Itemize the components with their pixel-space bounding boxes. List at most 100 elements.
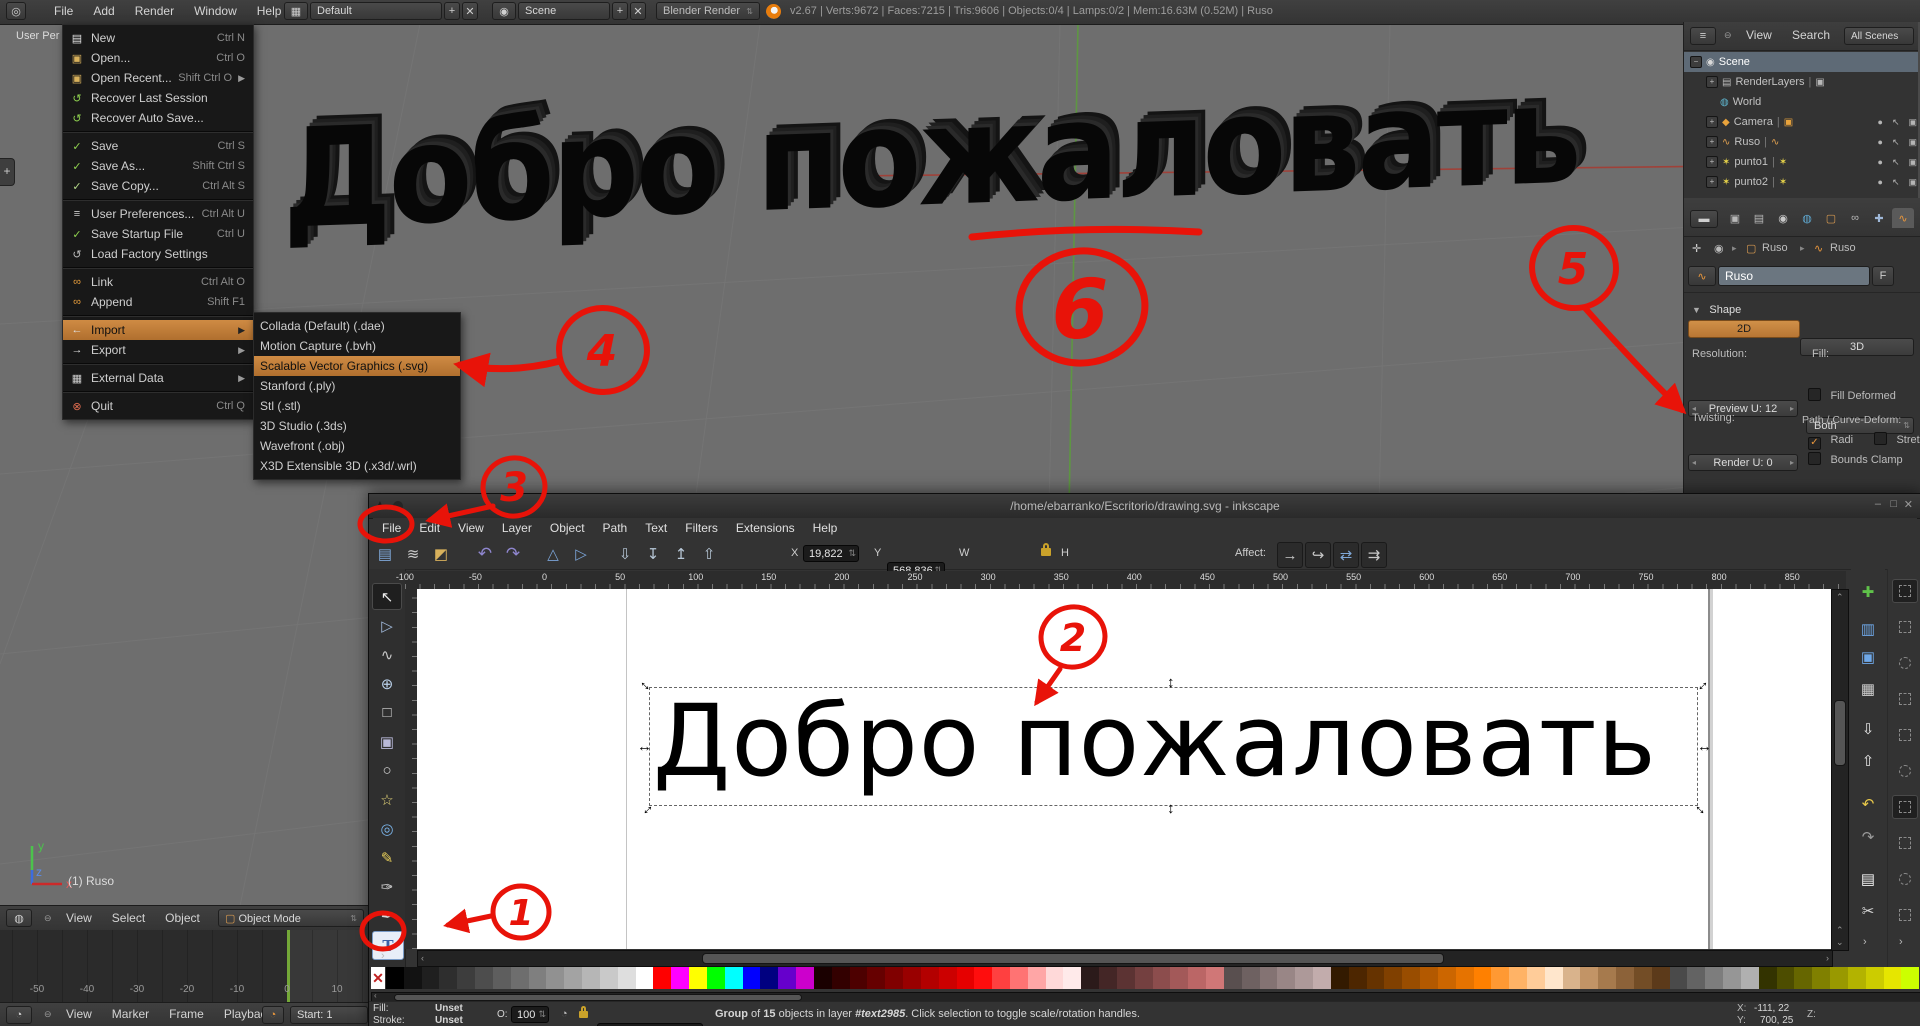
affect-corners-icon[interactable]: ↪ [1305,542,1331,568]
flip-horizontal-icon[interactable]: △ [541,542,565,566]
affect-move-icon[interactable]: → [1277,542,1303,568]
zoom-tool-icon[interactable]: ⊕ [372,670,402,697]
file-menu-item[interactable]: ✓ Save Ctrl S [63,136,253,156]
palette-swatch[interactable] [386,967,404,989]
palette-swatch[interactable] [1812,967,1831,989]
outliner-row[interactable]: − ◉ Scene [1684,52,1920,72]
import-menu-item[interactable]: Stl (.stl) [254,396,460,416]
palette-swatch[interactable] [1081,967,1100,989]
palette-swatch[interactable] [1669,967,1688,989]
palette-swatch[interactable] [564,967,583,989]
inkscape-menu-item[interactable]: Extensions [727,518,804,538]
palette-swatch[interactable] [778,967,797,989]
palette-swatch[interactable] [510,967,529,989]
save-document-icon[interactable]: ▣ [1854,644,1882,670]
editor-type-icon[interactable]: ◔ [6,1006,32,1024]
vertical-scrollbar[interactable]: ⌃ ⌃ ⌄ [1831,589,1849,951]
file-menu-item[interactable]: ⊗ Quit Ctrl Q [63,396,253,416]
file-menu-item[interactable]: → Export ▶ [63,340,253,360]
file-menu-item[interactable]: ▤ New Ctrl N [63,28,253,48]
blender-menu-item[interactable]: File [44,0,83,22]
rectangle-tool-icon[interactable]: □ [372,699,402,726]
import-menu-item[interactable]: 3D Studio (.3ds) [254,416,460,436]
scroll-right-icon[interactable]: › [1826,953,1829,963]
import-menu-item[interactable]: Motion Capture (.bvh) [254,336,460,356]
palette-swatch[interactable] [1633,967,1652,989]
palette-swatch[interactable] [599,967,618,989]
palette-swatch[interactable] [671,967,690,989]
palette-swatch[interactable] [920,967,939,989]
horizontal-ruler[interactable]: -100 -50 0 50 100 150 200 250 300 350 400 450 500 550… [396,571,1846,590]
shape-panel-title[interactable]: Shape [1709,304,1741,316]
lower-to-bottom-icon[interactable]: ⇩ [613,542,637,566]
opacity-field[interactable]: 100 ⇅ [511,1006,549,1023]
palette-swatch[interactable] [1455,967,1474,989]
file-menu-item[interactable]: ↺ Recover Auto Save... [63,108,253,128]
pen-tool-icon[interactable]: ✑ [372,873,402,900]
palette-swatch[interactable] [492,967,511,989]
close-icon[interactable]: ✕ [1904,498,1913,511]
palette-swatch[interactable] [1437,967,1456,989]
palette-swatch[interactable] [1527,967,1545,989]
selection-handle-s[interactable]: ↕ [1167,801,1175,816]
palette-swatch[interactable] [689,967,707,989]
palette-swatch[interactable] [849,967,868,989]
palette-swatch[interactable] [813,967,832,989]
maximize-icon[interactable]: □ [1890,498,1897,510]
palette-swatch[interactable] [1901,967,1920,989]
palette-swatch[interactable] [760,967,779,989]
horizontal-scroll-thumb[interactable] [702,953,1444,964]
palette-swatch[interactable] [1384,967,1403,989]
layer-visibility-icon[interactable]: ◔ [561,1008,568,1020]
palette-swatch[interactable] [1116,967,1135,989]
renderability-icon[interactable]: ▣ [1908,177,1917,188]
affect-gradient-icon[interactable]: ⇄ [1333,542,1359,568]
import-menu-item[interactable]: Scalable Vector Graphics (.svg) [254,356,460,376]
expand-icon[interactable]: + [1706,176,1718,188]
copy-icon[interactable]: ▤ [1854,866,1882,892]
palette-swatch[interactable] [742,967,761,989]
box3d-tool-icon[interactable]: ▣ [372,728,402,755]
blender-menu-item[interactable]: Window [184,0,247,22]
palette-swatch[interactable] [796,967,814,989]
snap-option-icon[interactable] [1892,651,1918,675]
palette-swatch[interactable] [475,967,493,989]
timeline-menu-item[interactable]: Marker [102,1003,159,1025]
toolbox-overflow-icon[interactable]: › [381,950,385,962]
palette-swatch[interactable] [617,967,636,989]
palette-swatch[interactable] [1509,967,1527,989]
file-menu-item[interactable]: ✓ Save Copy... Ctrl Alt S [63,176,253,196]
view3d-menu-item[interactable]: Object [155,907,210,929]
palette-scroll-left-icon[interactable]: ‹ [374,991,377,1000]
stepper-left-icon[interactable]: ◂ [1692,458,1696,467]
palette-swatch[interactable] [1045,967,1064,989]
undo-icon[interactable]: ↶ [473,542,497,566]
expand-icon[interactable]: + [1706,156,1718,168]
use-preview-range-icon[interactable]: ◔ [262,1006,284,1024]
palette-swatch[interactable] [653,967,672,989]
palette-swatch[interactable] [1420,967,1438,989]
palette-swatch[interactable] [1883,967,1902,989]
select-all-icon[interactable]: ▤ [373,542,397,566]
lower-icon[interactable]: ↧ [641,542,665,566]
properties-tab-icon[interactable]: ∿ [1892,208,1914,228]
palette-swatch[interactable] [1063,967,1082,989]
palette-swatch[interactable] [867,967,886,989]
palette-swatch[interactable] [1241,967,1260,989]
file-menu-item[interactable]: ▦ External Data ▶ [63,368,253,388]
panel-collapse-icon[interactable]: ▼ [1692,305,1701,315]
selection-handle-n[interactable]: ↕ [1167,675,1175,690]
palette-swatch[interactable] [1348,967,1367,989]
palette-swatch[interactable] [992,967,1010,989]
file-menu-item[interactable]: ≡ User Preferences... Ctrl Alt U [63,204,253,224]
spiral-tool-icon[interactable]: ◎ [372,815,402,842]
breadcrumb-object[interactable]: Ruso [1762,242,1788,254]
palette-swatch[interactable] [938,967,957,989]
properties-tab-icon[interactable]: ∞ [1844,208,1866,228]
palette-swatch[interactable] [546,967,565,989]
bounds-clamp-checkbox[interactable] [1808,452,1821,465]
palette-scroll-thumb[interactable] [394,994,802,1001]
flip-vertical-icon[interactable]: ▷ [569,542,593,566]
palette-swatch[interactable] [1223,967,1242,989]
palette-swatch[interactable] [528,967,547,989]
